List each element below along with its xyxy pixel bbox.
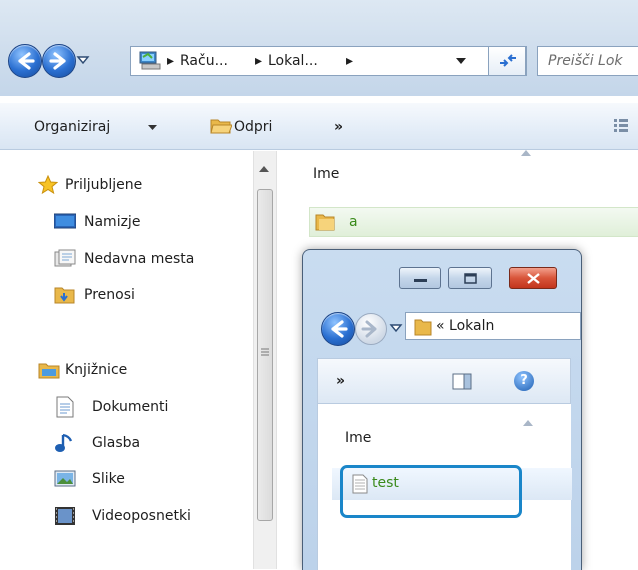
- grip-icon: [261, 348, 269, 356]
- folder-icon: [414, 319, 432, 336]
- sidebar-favorites[interactable]: Priljubljene: [65, 177, 142, 193]
- arrow-left-icon: [18, 52, 35, 70]
- list-item-label: a: [349, 214, 358, 230]
- dialog-address-bar[interactable]: « Lokaln: [405, 312, 581, 340]
- breadcrumb-local-disk[interactable]: Lokal...: [268, 53, 318, 69]
- videos-icon: [55, 507, 75, 525]
- organize-button[interactable]: Organiziraj: [34, 119, 110, 135]
- refresh-arrows-icon: [500, 54, 516, 67]
- dialog-column-header-name[interactable]: Ime: [345, 430, 371, 446]
- close-button[interactable]: [509, 267, 557, 289]
- recent-pages-chevron-icon[interactable]: [389, 323, 403, 333]
- maximize-button[interactable]: [448, 267, 492, 289]
- dialog-back-button[interactable]: [321, 312, 355, 346]
- column-header-name[interactable]: Ime: [313, 166, 339, 182]
- dialog-command-bar: » ?: [317, 358, 571, 404]
- minimize-button[interactable]: [399, 267, 441, 289]
- maximize-icon: [464, 273, 477, 284]
- recent-places-icon: [54, 249, 76, 267]
- help-button[interactable]: ?: [514, 371, 534, 391]
- command-bar: Organiziraj Odpri »: [0, 103, 638, 150]
- sidebar-item-downloads[interactable]: Prenosi: [84, 287, 135, 303]
- arrow-right-icon: [49, 52, 66, 70]
- sort-ascending-icon: [521, 150, 531, 156]
- chevron-down-icon: [148, 125, 157, 130]
- open-button[interactable]: Odpri: [234, 119, 272, 135]
- navigation-scrollbar[interactable]: [253, 151, 277, 569]
- computer-icon: [139, 51, 161, 70]
- sidebar-item-videos[interactable]: Videoposnetki: [92, 508, 191, 524]
- more-commands-button[interactable]: »: [334, 119, 343, 135]
- star-icon: [38, 175, 58, 195]
- sidebar-item-desktop[interactable]: Namizje: [84, 214, 140, 230]
- breadcrumb-separator-icon: ▸: [255, 53, 263, 69]
- refresh-button[interactable]: [488, 46, 526, 76]
- address-dropdown-icon[interactable]: [456, 58, 466, 66]
- child-explorer-window: « Lokaln » ? Ime test: [302, 249, 582, 570]
- search-input[interactable]: Preišči Lok: [537, 46, 638, 76]
- dialog-breadcrumb[interactable]: « Lokaln: [436, 318, 494, 334]
- scrollbar-thumb[interactable]: [257, 189, 273, 521]
- sidebar-item-pictures[interactable]: Slike: [92, 471, 125, 487]
- sort-ascending-icon: [523, 420, 533, 426]
- sidebar-item-documents[interactable]: Dokumenti: [92, 399, 168, 415]
- dialog-more-commands-button[interactable]: »: [336, 373, 345, 389]
- address-bar[interactable]: ▸ Raču... ▸ Lokal... ▸: [130, 46, 527, 76]
- minimize-icon: [414, 279, 427, 282]
- sidebar-item-music[interactable]: Glasba: [92, 435, 140, 451]
- view-options-icon[interactable]: [614, 118, 628, 132]
- sidebar-item-recent-places[interactable]: Nedavna mesta: [84, 251, 194, 267]
- dialog-forward-button[interactable]: [355, 313, 387, 345]
- breadcrumb-separator-icon: ▸: [167, 53, 175, 69]
- close-icon: [527, 273, 540, 284]
- folder-icon: [315, 214, 335, 231]
- desktop-icon: [54, 213, 76, 229]
- arrow-left-icon: [331, 320, 348, 338]
- downloads-folder-icon: [54, 287, 75, 304]
- documents-icon: [56, 396, 74, 418]
- pictures-icon: [54, 470, 76, 487]
- sidebar-libraries[interactable]: Knjižnice: [65, 362, 127, 378]
- recent-pages-chevron-icon[interactable]: [76, 55, 90, 65]
- libraries-icon: [38, 363, 60, 379]
- preview-pane-icon[interactable]: [452, 373, 472, 390]
- arrow-right-icon: [361, 320, 377, 338]
- forward-button[interactable]: [42, 44, 76, 78]
- list-item[interactable]: a: [309, 207, 638, 237]
- breadcrumb-computer[interactable]: Raču...: [180, 53, 228, 69]
- open-folder-icon: [210, 119, 232, 134]
- breadcrumb-separator-icon: ▸: [346, 53, 354, 69]
- back-button[interactable]: [8, 44, 42, 78]
- selection-highlight: [340, 465, 522, 518]
- scroll-up-arrow-icon[interactable]: [259, 166, 269, 173]
- help-icon: ?: [520, 373, 528, 388]
- music-icon: [55, 433, 73, 452]
